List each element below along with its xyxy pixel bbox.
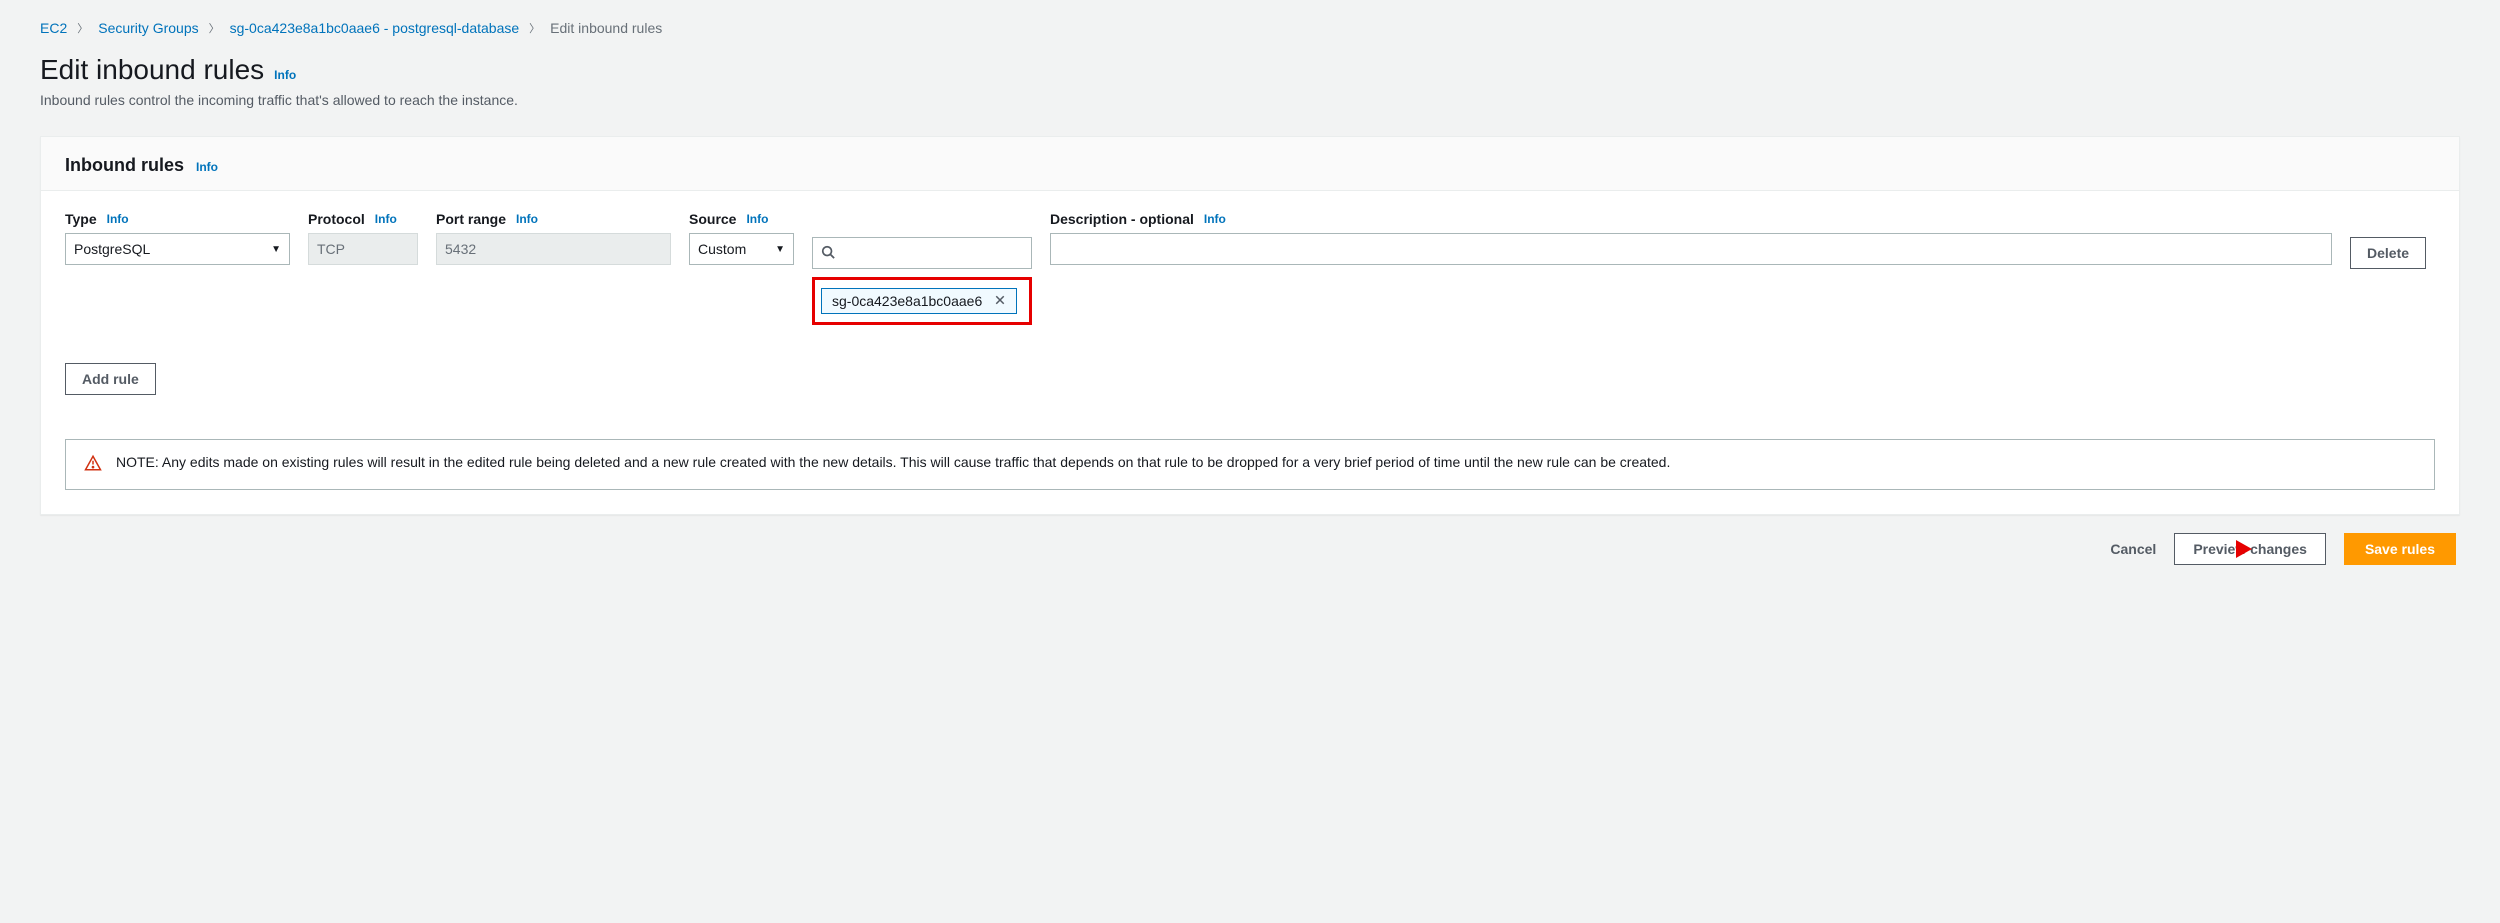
delete-button[interactable]: Delete — [2350, 237, 2426, 269]
source-search-input[interactable] — [812, 237, 1032, 269]
page-title-row: Edit inbound rules Info — [40, 54, 2460, 86]
panel-title: Inbound rules — [65, 155, 184, 176]
breadcrumb-sg-detail[interactable]: sg-0ca423e8a1bc0aae6 - postgresql-databa… — [230, 20, 520, 36]
inbound-rules-panel: Inbound rules Info Type Info PostgreSQL … — [40, 136, 2460, 515]
search-icon — [821, 245, 835, 262]
port-input: 5432 — [436, 233, 671, 265]
preview-changes-button[interactable]: Preview changes — [2174, 533, 2326, 565]
protocol-input: TCP — [308, 233, 418, 265]
source-mode-select[interactable]: Custom ▼ — [689, 233, 794, 265]
chevron-right-icon: 〉 — [209, 20, 220, 36]
description-field[interactable] — [1059, 238, 2323, 260]
preview-changes-label: Preview changes — [2193, 541, 2307, 557]
type-label: Type — [65, 211, 97, 227]
note-text: NOTE: Any edits made on existing rules w… — [116, 454, 1670, 470]
port-label: Port range — [436, 211, 506, 227]
chevron-right-icon: 〉 — [529, 20, 540, 36]
rules-body: Type Info PostgreSQL ▼ Protocol Info TCP — [41, 191, 2459, 415]
add-rule-button[interactable]: Add rule — [65, 363, 156, 395]
save-rules-button[interactable]: Save rules — [2344, 533, 2456, 565]
source-sg-tag: sg-0ca423e8a1bc0aae6 — [821, 288, 1017, 314]
col-source: Source Info Custom ▼ — [689, 211, 794, 265]
col-protocol: Protocol Info TCP — [308, 211, 418, 265]
remove-tag-icon[interactable] — [994, 293, 1006, 309]
chevron-right-icon: 〉 — [77, 20, 88, 36]
caret-down-icon: ▼ — [271, 244, 281, 255]
description-label: Description - optional — [1050, 211, 1194, 227]
type-info-link[interactable]: Info — [107, 212, 129, 226]
cancel-button[interactable]: Cancel — [2110, 541, 2156, 557]
description-info-link[interactable]: Info — [1204, 212, 1226, 226]
col-description: Description - optional Info — [1050, 211, 2332, 265]
type-select[interactable]: PostgreSQL ▼ — [65, 233, 290, 265]
source-info-link[interactable]: Info — [746, 212, 768, 226]
protocol-label: Protocol — [308, 211, 365, 227]
source-mode-value: Custom — [698, 241, 746, 257]
breadcrumb-ec2[interactable]: EC2 — [40, 20, 67, 36]
breadcrumb: EC2 〉 Security Groups 〉 sg-0ca423e8a1bc0… — [40, 20, 2460, 36]
caret-down-icon: ▼ — [775, 244, 785, 255]
col-port: Port range Info 5432 — [436, 211, 671, 265]
col-source-search: sg-0ca423e8a1bc0aae6 — [812, 211, 1032, 325]
breadcrumb-current: Edit inbound rules — [550, 20, 662, 36]
footer-actions: Cancel Preview changes Save rules — [40, 515, 2460, 583]
panel-header: Inbound rules Info — [41, 137, 2459, 191]
source-tag-highlight: sg-0ca423e8a1bc0aae6 — [812, 277, 1032, 325]
warning-icon — [84, 454, 102, 475]
page-title: Edit inbound rules — [40, 54, 264, 86]
page-description: Inbound rules control the incoming traff… — [40, 92, 2460, 108]
col-type: Type Info PostgreSQL ▼ — [65, 211, 290, 265]
page-title-info-link[interactable]: Info — [274, 68, 296, 82]
panel-info-link[interactable]: Info — [196, 160, 218, 174]
protocol-info-link[interactable]: Info — [375, 212, 397, 226]
port-value: 5432 — [445, 241, 476, 257]
description-input[interactable] — [1050, 233, 2332, 265]
type-value: PostgreSQL — [74, 241, 150, 257]
breadcrumb-security-groups[interactable]: Security Groups — [98, 20, 198, 36]
protocol-value: TCP — [317, 241, 345, 257]
col-delete: Delete — [2350, 211, 2435, 269]
source-sg-tag-label: sg-0ca423e8a1bc0aae6 — [832, 293, 982, 309]
note-box: NOTE: Any edits made on existing rules w… — [65, 439, 2435, 490]
source-label: Source — [689, 211, 736, 227]
rule-row: Type Info PostgreSQL ▼ Protocol Info TCP — [65, 211, 2435, 325]
port-info-link[interactable]: Info — [516, 212, 538, 226]
